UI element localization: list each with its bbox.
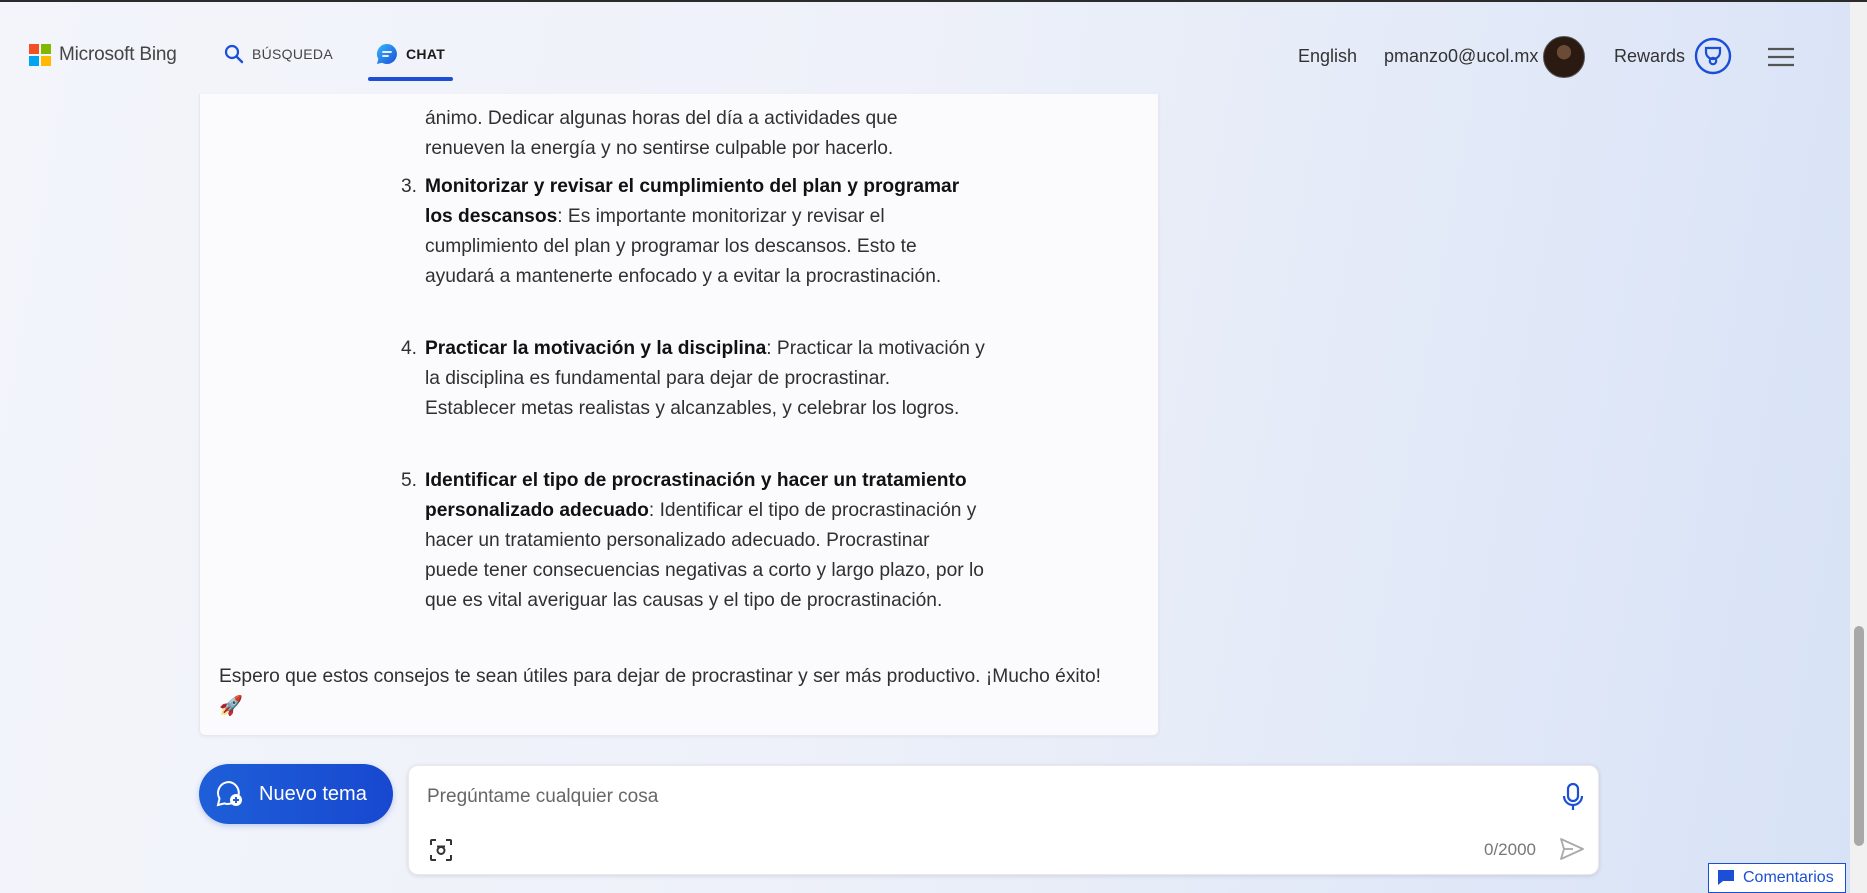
chat-input[interactable]	[427, 782, 1507, 812]
list-item: 5. Identificar el tipo de procrastinació…	[401, 466, 985, 616]
feedback-label: Comentarios	[1743, 869, 1834, 886]
language-link[interactable]: English	[1298, 46, 1357, 67]
character-counter: 0/2000	[1484, 840, 1536, 859]
feedback-button[interactable]: Comentarios	[1708, 863, 1846, 893]
chat-composer: 0/2000	[408, 765, 1599, 875]
rewards-link[interactable]: Rewards	[1614, 46, 1685, 67]
search-icon	[224, 44, 244, 64]
closing-text: Espero que estos consejos te sean útiles…	[219, 666, 1102, 687]
list-number: 5.	[401, 470, 418, 491]
rocket-icon: 🚀	[219, 696, 243, 717]
list-item: 4. Practicar la motivación y la discipli…	[401, 334, 985, 424]
active-tab-indicator	[368, 77, 453, 81]
send-icon[interactable]	[1558, 835, 1586, 863]
tab-search[interactable]: BÚSQUEDA	[224, 40, 333, 68]
microphone-icon[interactable]	[1560, 782, 1586, 812]
list-number: 4.	[401, 338, 418, 359]
visual-search-icon[interactable]	[429, 838, 453, 862]
top-header: Microsoft Bing BÚSQUEDA CHAT English pma…	[0, 2, 1850, 94]
list-item-partial: ánimo. Dedicar algunas horas del día a a…	[425, 104, 985, 164]
logo-text: Microsoft Bing	[59, 44, 177, 65]
bot-message-card: ánimo. Dedicar algunas horas del día a a…	[199, 94, 1159, 736]
list-item-title: Practicar la motivación y la disciplina	[425, 338, 767, 359]
user-email[interactable]: pmanzo0@ucol.mx	[1384, 46, 1538, 67]
scrollbar-thumb[interactable]	[1854, 626, 1864, 846]
new-topic-label: Nuevo tema	[259, 782, 367, 805]
partial-line-1: ánimo. Dedicar algunas horas del día a a…	[425, 108, 898, 129]
list-item: 3. Monitorizar y revisar el cumplimiento…	[401, 172, 985, 292]
chat-bubble-icon	[376, 43, 397, 64]
bing-logo[interactable]: Microsoft Bing	[29, 44, 177, 66]
tab-chat[interactable]: CHAT	[376, 40, 445, 68]
page-scrollbar[interactable]	[1850, 2, 1867, 893]
tab-chat-label: CHAT	[406, 46, 446, 62]
new-chat-icon	[216, 780, 242, 807]
closing-paragraph: Espero que estos consejos te sean útiles…	[219, 662, 1149, 722]
avatar[interactable]	[1543, 36, 1585, 78]
list-number: 3.	[401, 176, 418, 197]
hamburger-menu-icon[interactable]	[1767, 46, 1795, 68]
tab-search-label: BÚSQUEDA	[252, 46, 333, 62]
microsoft-logo-icon	[29, 44, 51, 66]
new-topic-button[interactable]: Nuevo tema	[199, 764, 393, 824]
feedback-icon	[1718, 870, 1734, 885]
partial-line-2: renueven la energía y no sentirse culpab…	[425, 138, 894, 159]
rewards-trophy-icon[interactable]	[1694, 37, 1732, 75]
